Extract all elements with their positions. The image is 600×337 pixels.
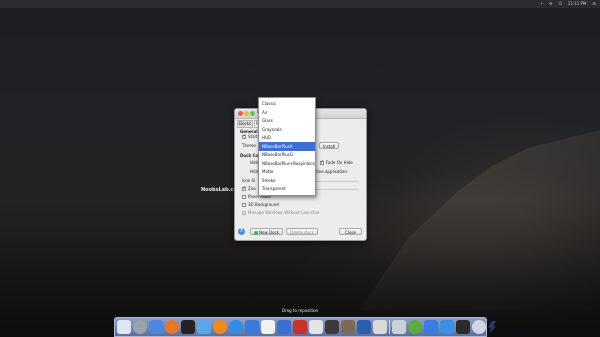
- finder-icon[interactable]: [149, 320, 163, 334]
- 3d-background-label: 3D Background: [248, 202, 279, 207]
- install-button-label: Install: [323, 144, 336, 149]
- trash-icon[interactable]: [392, 320, 406, 334]
- close-button[interactable]: Close: [339, 228, 362, 235]
- help-icon[interactable]: ?: [238, 228, 245, 235]
- theme-option[interactable]: Transparent: [259, 184, 315, 193]
- zoom-label: Zoo: [248, 186, 256, 191]
- indicator-dot-icon[interactable]: •: [541, 0, 543, 8]
- calendar-icon[interactable]: [261, 320, 275, 334]
- show-desktop-icon[interactable]: [117, 320, 131, 334]
- network-icon[interactable]: [245, 320, 259, 334]
- start-label: Start: [248, 134, 258, 139]
- clock[interactable]: 11:11 PM: [568, 0, 587, 8]
- dock-configuration-heading: Dock Co: [240, 153, 259, 158]
- power-icon[interactable]: ⏻: [559, 0, 562, 8]
- theme-dropdown-list: Classic Air Glass Grayscale HUD NBaseBar…: [258, 97, 316, 196]
- printer-icon[interactable]: [373, 320, 387, 334]
- active-application-text: ctive application.: [314, 169, 349, 174]
- menu-icon[interactable]: ☰: [592, 0, 596, 8]
- zoom-checkbox[interactable]: [242, 185, 246, 191]
- manage-windows-label: Manage Windows Without Launcher: [248, 210, 320, 215]
- new-dock-label: New Dock: [259, 230, 280, 235]
- dock: [114, 317, 496, 337]
- system-settings-icon[interactable]: [133, 320, 147, 334]
- install-theme-button[interactable]: Install: [319, 142, 340, 149]
- icon-size-slider[interactable]: [314, 181, 359, 182]
- screenshot-icon[interactable]: [357, 320, 371, 334]
- desktop-icon[interactable]: [440, 320, 454, 334]
- maximize-window-icon[interactable]: [250, 111, 255, 116]
- manage-windows-checkbox[interactable]: [242, 211, 246, 215]
- close-button-label: Close: [345, 230, 356, 235]
- minimize-window-icon[interactable]: [244, 111, 249, 116]
- firefox-icon[interactable]: [165, 320, 179, 334]
- fade-on-hide-checkbox[interactable]: [320, 159, 324, 165]
- help-icon[interactable]: [472, 320, 486, 334]
- drag-to-reposition-hint: Drag to reposition: [281, 308, 319, 313]
- 3d-background-checkbox[interactable]: [242, 203, 246, 207]
- terminal-icon[interactable]: [181, 320, 195, 334]
- thunderbird-icon[interactable]: [277, 320, 291, 334]
- delete-dock-button[interactable]: Delete dock: [286, 228, 318, 235]
- add-icon: [254, 231, 258, 235]
- vlc-icon[interactable]: [213, 320, 227, 334]
- theme-label: Theme: [242, 143, 256, 148]
- gimp-icon[interactable]: [341, 320, 355, 334]
- disk-icon[interactable]: [408, 320, 422, 334]
- files-folder-icon[interactable]: [197, 320, 211, 334]
- tab-docks[interactable]: Docks: [237, 120, 254, 128]
- indicator-settings-icon[interactable]: ⚙: [549, 0, 553, 8]
- monitor-icon[interactable]: [325, 320, 339, 334]
- panel-mode-checkbox[interactable]: [242, 195, 246, 199]
- delete-dock-label: Delete dock: [290, 230, 314, 235]
- zoom-slider[interactable]: [314, 189, 359, 190]
- lock-icon[interactable]: [456, 320, 470, 334]
- fade-on-hide-label: Fade On Hide: [326, 160, 353, 165]
- close-window-icon[interactable]: [238, 111, 243, 116]
- icon-size-label: Icon Si: [242, 178, 256, 183]
- mail-icon[interactable]: [424, 320, 438, 334]
- app-store-icon[interactable]: [229, 320, 243, 334]
- start-checkbox[interactable]: [242, 133, 246, 139]
- photos-icon[interactable]: [293, 320, 307, 334]
- new-dock-button[interactable]: New Dock: [250, 228, 284, 235]
- text-editor-icon[interactable]: [309, 320, 323, 334]
- top-menu-bar: • ⚙ ⏻ 11:11 PM ☰: [0, 0, 600, 8]
- dock-separator: [389, 320, 390, 334]
